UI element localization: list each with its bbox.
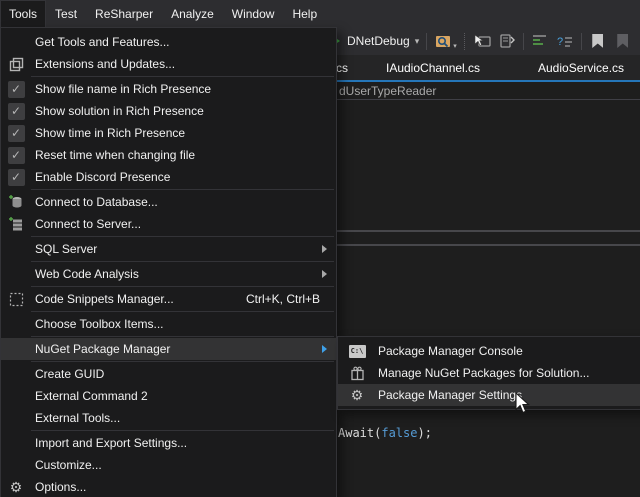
menu-item-choose-toolbox-items[interactable]: Choose Toolbox Items... bbox=[1, 313, 336, 335]
menu-item-external-tools[interactable]: External Tools... bbox=[1, 407, 336, 429]
menu-separator bbox=[31, 430, 334, 431]
svg-text:?: ? bbox=[557, 36, 563, 48]
menu-item-code-snippets-manager[interactable]: Code Snippets Manager... Ctrl+K, Ctrl+B bbox=[1, 288, 336, 310]
editor-horizontal-rule bbox=[337, 244, 640, 246]
submenu-item-package-manager-settings[interactable]: ⚙ Package Manager Settings bbox=[338, 384, 640, 406]
menu-separator bbox=[31, 76, 334, 77]
checkmark-icon: ✓ bbox=[8, 103, 25, 120]
toolbar-separator bbox=[581, 33, 582, 50]
menu-item-enable-discord-presence[interactable]: ✓ Enable Discord Presence bbox=[1, 166, 336, 188]
menu-item-create-guid[interactable]: Create GUID bbox=[1, 363, 336, 385]
navigate-backward-icon[interactable] bbox=[473, 32, 491, 50]
menu-separator bbox=[31, 311, 334, 312]
nuget-package-manager-submenu: C:\ Package Manager Console Manage NuGet… bbox=[337, 336, 640, 410]
comment-help-icon[interactable]: ? bbox=[556, 32, 574, 50]
submenu-arrow-icon bbox=[322, 345, 327, 353]
gear-icon: ⚙ bbox=[10, 480, 23, 494]
gear-icon: ⚙ bbox=[351, 388, 364, 402]
menubar-item-analyze[interactable]: Analyze bbox=[162, 0, 223, 27]
shortcut-label: Ctrl+K, Ctrl+B bbox=[246, 292, 320, 306]
tools-menu: Get Tools and Features... Extensions and… bbox=[0, 27, 337, 497]
paste-document-icon[interactable] bbox=[498, 32, 516, 50]
connect-database-icon bbox=[8, 194, 24, 210]
checkmark-icon: ✓ bbox=[8, 169, 25, 186]
tab-iaudiochannel[interactable]: IAudioChannel.cs bbox=[386, 55, 480, 80]
mouse-cursor bbox=[514, 392, 531, 419]
menu-separator bbox=[31, 361, 334, 362]
menu-item-nuget-package-manager[interactable]: NuGet Package Manager bbox=[1, 338, 336, 360]
find-in-files-icon[interactable] bbox=[434, 32, 452, 50]
menu-separator bbox=[31, 189, 334, 190]
editor-horizontal-rule bbox=[337, 230, 640, 232]
menu-item-connect-to-database[interactable]: Connect to Database... bbox=[1, 191, 336, 213]
chevron-down-icon: ▾ bbox=[415, 37, 420, 46]
menu-separator bbox=[31, 236, 334, 237]
toolbar-separator bbox=[464, 33, 466, 50]
menu-item-extensions-and-updates[interactable]: Extensions and Updates... bbox=[1, 53, 336, 75]
menu-separator bbox=[31, 261, 334, 262]
submenu-arrow-icon bbox=[322, 270, 327, 278]
menubar-item-window[interactable]: Window bbox=[223, 0, 284, 27]
menubar-item-test[interactable]: Test bbox=[46, 0, 86, 27]
menu-item-reset-time-when-changing-file[interactable]: ✓ Reset time when changing file bbox=[1, 144, 336, 166]
code-line[interactable]: Await(false); bbox=[338, 426, 432, 440]
menu-item-customize[interactable]: Customize... bbox=[1, 454, 336, 476]
menu-item-sql-server[interactable]: SQL Server bbox=[1, 238, 336, 260]
chevron-down-icon[interactable]: ▾ bbox=[453, 43, 457, 50]
menu-separator bbox=[31, 336, 334, 337]
navigation-bar-type-label: dUserTypeReader bbox=[339, 84, 436, 98]
menu-separator bbox=[31, 286, 334, 287]
menu-item-options[interactable]: ⚙ Options... bbox=[1, 476, 336, 497]
menu-item-show-solution-in-rich-presence[interactable]: ✓ Show solution in Rich Presence bbox=[1, 100, 336, 122]
menubar-item-tools[interactable]: Tools bbox=[0, 0, 46, 27]
menu-item-show-file-name-in-rich-presence[interactable]: ✓ Show file name in Rich Presence bbox=[1, 78, 336, 100]
previous-bookmark-icon[interactable] bbox=[614, 32, 632, 50]
console-icon: C:\ bbox=[349, 345, 366, 358]
menu-item-show-time-in-rich-presence[interactable]: ✓ Show time in Rich Presence bbox=[1, 122, 336, 144]
menubar-item-help[interactable]: Help bbox=[283, 0, 326, 27]
main-menu-bar: Tools Test ReSharper Analyze Window Help bbox=[0, 0, 640, 27]
menubar-item-resharper[interactable]: ReSharper bbox=[86, 0, 162, 27]
menu-item-web-code-analysis[interactable]: Web Code Analysis bbox=[1, 263, 336, 285]
extensions-icon bbox=[9, 57, 24, 72]
format-document-icon[interactable] bbox=[531, 32, 549, 50]
submenu-arrow-icon bbox=[322, 245, 327, 253]
menu-item-import-and-export-settings[interactable]: Import and Export Settings... bbox=[1, 432, 336, 454]
connect-server-icon bbox=[8, 216, 24, 232]
run-configuration-label: DNetDebug bbox=[347, 34, 410, 48]
bookmark-icon[interactable] bbox=[589, 32, 607, 50]
menu-item-external-command-2[interactable]: External Command 2 bbox=[1, 385, 336, 407]
menu-item-connect-to-server[interactable]: Connect to Server... bbox=[1, 213, 336, 235]
toolbar-separator bbox=[426, 33, 427, 50]
code-snippets-icon bbox=[9, 292, 24, 307]
submenu-item-package-manager-console[interactable]: C:\ Package Manager Console bbox=[338, 340, 640, 362]
submenu-item-manage-nuget-packages-for-solution[interactable]: Manage NuGet Packages for Solution... bbox=[338, 362, 640, 384]
run-configuration-dropdown[interactable]: DNetDebug ▾ bbox=[347, 34, 419, 48]
tab-audioservice[interactable]: AudioService.cs bbox=[538, 55, 624, 80]
checkmark-icon: ✓ bbox=[8, 147, 25, 164]
tab-partial[interactable]: cs bbox=[336, 55, 348, 80]
checkmark-icon: ✓ bbox=[8, 125, 25, 142]
toolbar-separator bbox=[523, 33, 524, 50]
menu-item-get-tools-and-features[interactable]: Get Tools and Features... bbox=[1, 31, 336, 53]
package-icon bbox=[350, 366, 365, 381]
checkmark-icon: ✓ bbox=[8, 81, 25, 98]
vs-ide-window: context, string input, Await(false); d.I… bbox=[0, 0, 640, 497]
